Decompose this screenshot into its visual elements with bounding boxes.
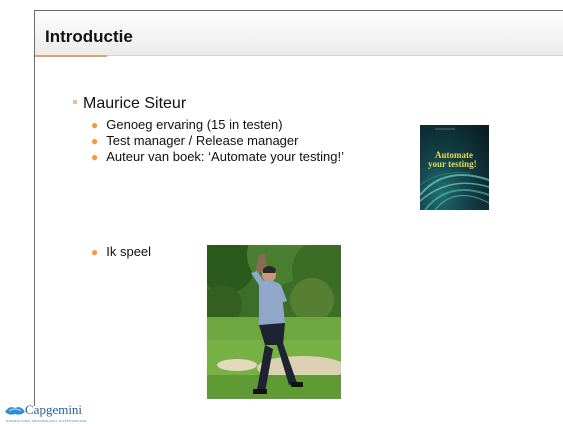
bullet-text: Genoeg ervaring (15 in testen) — [106, 117, 283, 132]
book-title-line2: your testing! — [428, 159, 477, 169]
slide-title: Introductie — [45, 27, 133, 46]
logo-tagline: CONSULTING.TECHNOLOGY.OUTSOURCING — [6, 419, 87, 423]
bullet-dot-icon: ● — [91, 150, 99, 164]
bullet-text: Test manager / Release manager — [106, 133, 299, 148]
bullet-text: Ik speel — [106, 244, 152, 259]
bullet-level1: Maurice Siteur — [73, 95, 186, 113]
bullet-level1-text: Maurice Siteur — [83, 95, 187, 112]
bullet-text: Auteur van boek: ‘Automate your testing!… — [106, 149, 344, 164]
bullet-item: ● Auteur van boek: ‘Automate your testing… — [91, 149, 344, 165]
golf-player-photo — [207, 245, 341, 399]
slide: Introductie Maurice Siteur ● Genoeg ervar… — [0, 0, 563, 424]
spade-logo-icon — [5, 407, 25, 415]
bullet-dot-icon: ● — [91, 118, 99, 132]
bullet-item: ● Genoeg ervaring (15 in testen) — [91, 117, 283, 133]
title-accent-line — [35, 55, 107, 57]
bullet-item: ● Test manager / Release manager — [91, 133, 298, 149]
book-cover-image: Automate your testing! — [420, 125, 489, 210]
bullet-dot-icon: ● — [91, 134, 99, 148]
bullet-item: ● Ik speel — [91, 244, 151, 260]
bullet-dot-icon: ● — [91, 245, 99, 259]
golf-scene — [207, 245, 341, 399]
square-bullet-icon — [73, 99, 77, 104]
logo-wordmark: Capgemini — [25, 402, 83, 417]
capgemini-logo: Capgemini CONSULTING.TECHNOLOGY.OUTSOURC… — [4, 401, 124, 424]
title-divider — [35, 55, 563, 56]
